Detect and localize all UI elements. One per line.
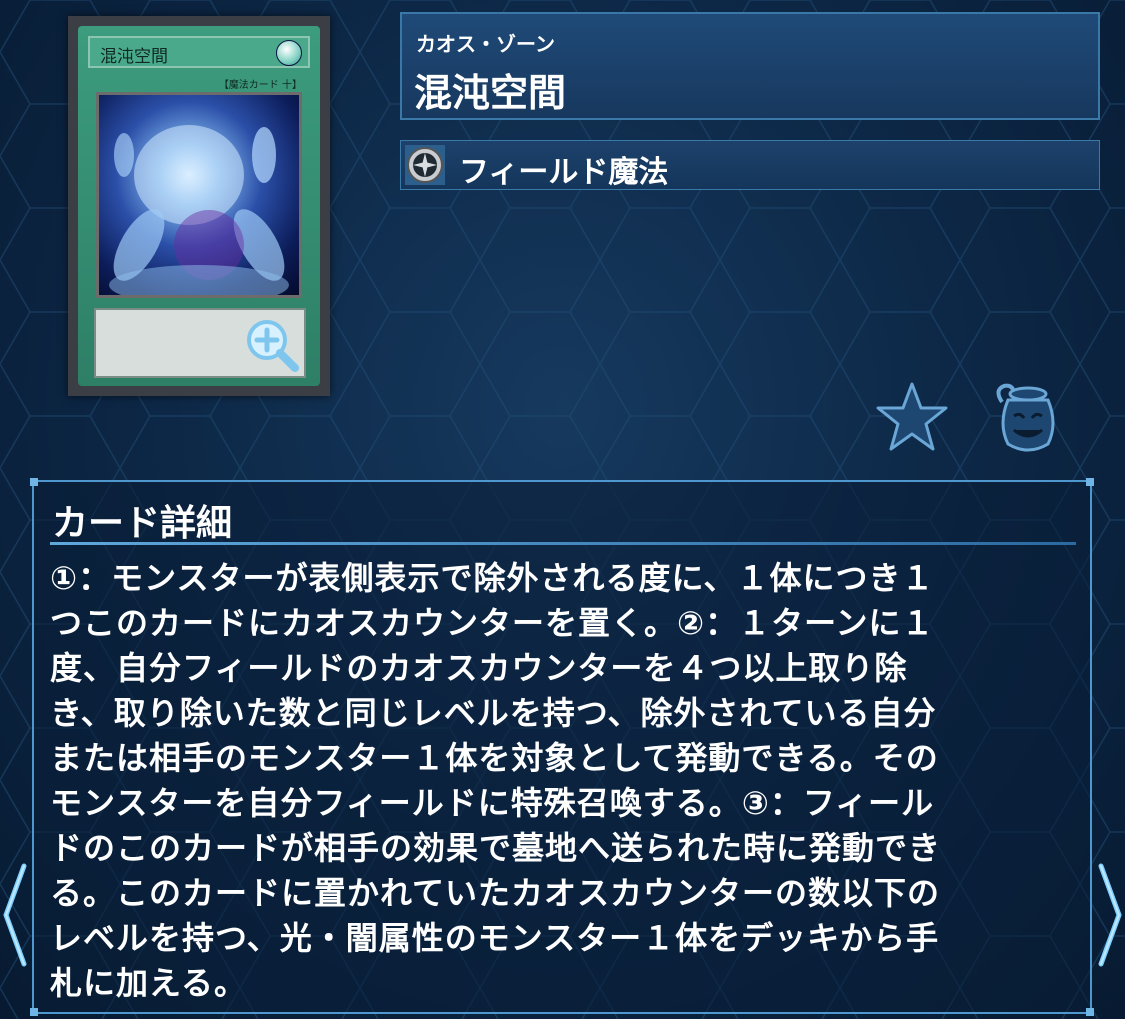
card-name-title: 混沌空間	[414, 71, 567, 115]
chevron-left-icon[interactable]	[0, 860, 30, 970]
card-name-ruby: カオス・ゾーン	[416, 32, 555, 56]
star-icon[interactable]	[874, 380, 950, 454]
card-type-label: フィールド魔法	[459, 155, 669, 190]
card-name-text: 混沌空間	[100, 47, 168, 67]
heading-divider	[50, 542, 1076, 545]
panel-corner	[30, 1008, 38, 1016]
card-name-bar: 混沌空間	[88, 36, 310, 68]
spell-attribute-icon	[276, 40, 302, 66]
card-detail-panel: カード詳細 ①：モンスターが表側表示で除外される度に、１体につき１ つこのカード…	[30, 478, 1094, 1016]
spell-icon	[405, 145, 445, 185]
panel-corner	[30, 478, 38, 486]
card-artwork	[96, 92, 302, 298]
card-effect-text: ①：モンスターが表側表示で除外される度に、１体につき１ つこのカードにカオスカウ…	[50, 559, 942, 1002]
card-type-text: 【魔法カード 十】	[218, 80, 302, 91]
zoom-icon[interactable]	[243, 316, 303, 376]
panel-corner	[1086, 478, 1094, 486]
card-image[interactable]: 混沌空間 【魔法カード 十】	[68, 16, 330, 396]
pot-of-greed-icon[interactable]	[992, 380, 1056, 454]
panel-corner	[1086, 1008, 1094, 1016]
card-detail-heading: カード詳細	[52, 503, 233, 544]
chevron-right-icon[interactable]	[1095, 860, 1125, 970]
card-type-panel: フィールド魔法	[400, 140, 1100, 190]
card-name-panel: カオス・ゾーン 混沌空間	[400, 12, 1100, 120]
